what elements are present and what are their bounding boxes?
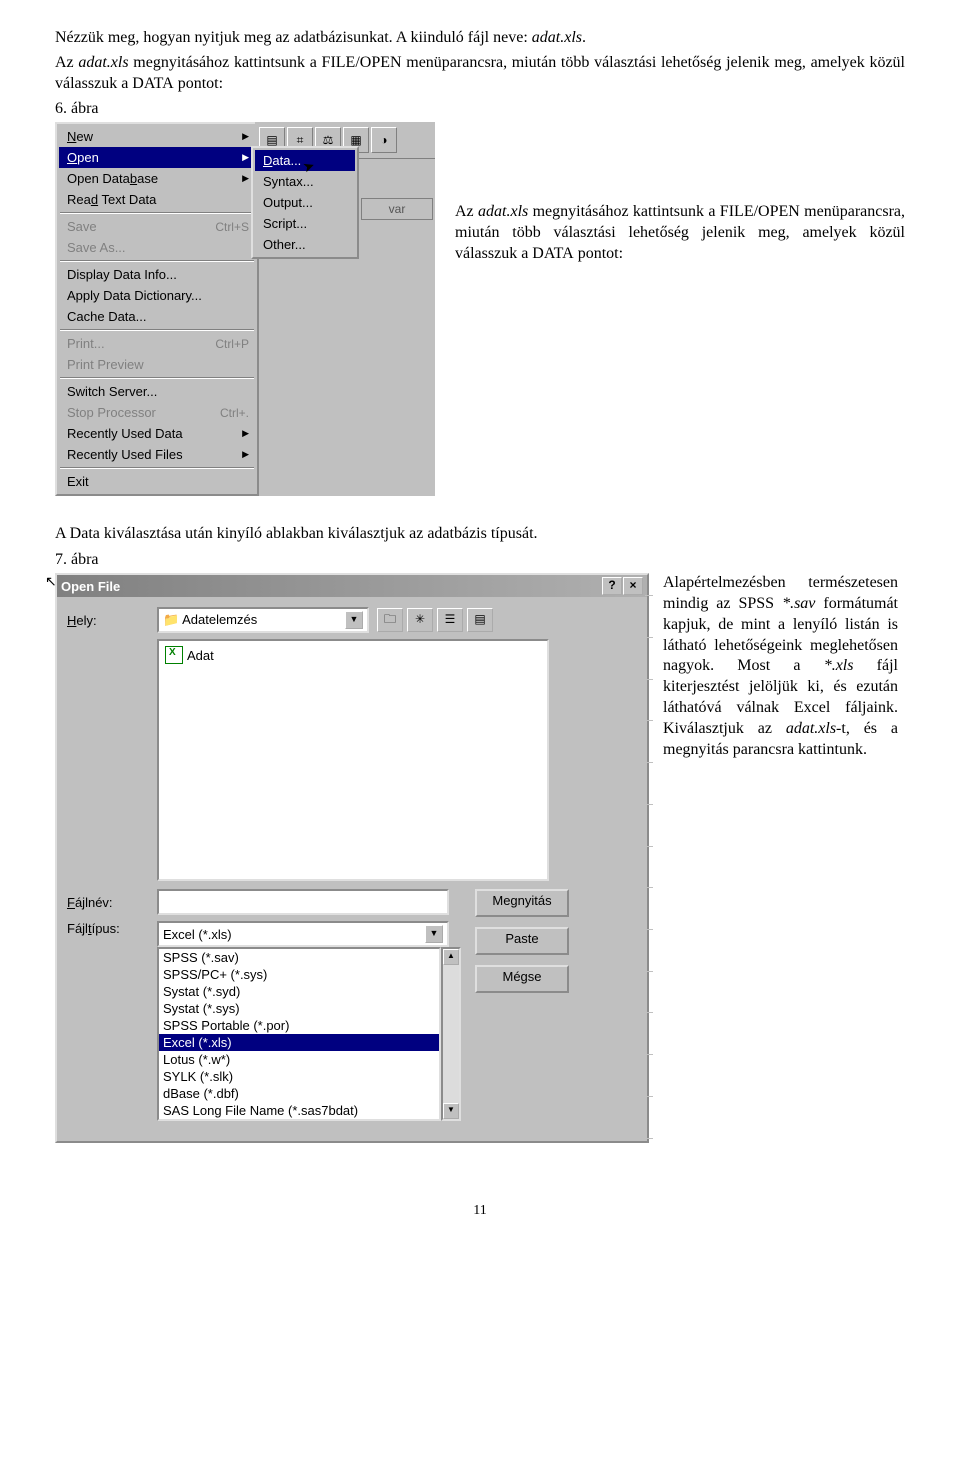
filetype-list[interactable]: SPSS (*.sav) SPSS/PC+ (*.sys) Systat (*.… bbox=[157, 947, 441, 1121]
up-folder-icon[interactable]: 🗀 bbox=[377, 608, 403, 632]
type-sylk[interactable]: SYLK (*.slk) bbox=[159, 1068, 439, 1085]
menu-open-database[interactable]: Open Database▶ bbox=[59, 168, 255, 189]
open-button[interactable]: Megnyitás bbox=[475, 889, 569, 917]
filetype-combo[interactable]: Excel (*.xls) ▼ bbox=[157, 921, 449, 947]
file-adat[interactable]: Adat bbox=[163, 645, 543, 665]
filename-input[interactable] bbox=[157, 889, 449, 915]
type-systat-sys[interactable]: Systat (*.sys) bbox=[159, 1000, 439, 1017]
paste-button[interactable]: Paste bbox=[475, 927, 569, 955]
type-sas[interactable]: SAS Long File Name (*.sas7bdat) bbox=[159, 1102, 439, 1119]
menu-save[interactable]: SaveCtrl+S bbox=[59, 216, 255, 237]
label-location: Hely: bbox=[67, 613, 157, 628]
help-button[interactable]: ? bbox=[602, 577, 622, 595]
menu-open[interactable]: Open▶ bbox=[59, 147, 255, 168]
dialog-titlebar: Open File ? × bbox=[57, 575, 647, 597]
list-scrollbar[interactable]: ▲ ▼ bbox=[441, 947, 461, 1121]
menu-print[interactable]: Print...Ctrl+P bbox=[59, 333, 255, 354]
menu-display-data-info[interactable]: Display Data Info... bbox=[59, 264, 255, 285]
menu-stop-processor[interactable]: Stop ProcessorCtrl+. bbox=[59, 402, 255, 423]
menu-cache-data[interactable]: Cache Data... bbox=[59, 306, 255, 327]
scroll-down-icon[interactable]: ▼ bbox=[443, 1103, 459, 1119]
type-lotus[interactable]: Lotus (*.w*) bbox=[159, 1051, 439, 1068]
toolbar-icon[interactable]: ◑ bbox=[371, 127, 397, 153]
figure-7: ↖ Open File ? × Hely: 📁 Adatelemzés ▼ 🗀 … bbox=[55, 573, 905, 1143]
menu-recently-used-data[interactable]: Recently Used Data▶ bbox=[59, 423, 255, 444]
dialog-title: Open File bbox=[61, 579, 120, 594]
type-dbase[interactable]: dBase (*.dbf) bbox=[159, 1085, 439, 1102]
menu-save-as[interactable]: Save As... bbox=[59, 237, 255, 258]
location-combo[interactable]: 📁 Adatelemzés ▼ bbox=[157, 607, 369, 633]
menu-apply-data-dictionary[interactable]: Apply Data Dictionary... bbox=[59, 285, 255, 306]
cancel-button[interactable]: Mégse bbox=[475, 965, 569, 993]
menu-switch-server[interactable]: Switch Server... bbox=[59, 381, 255, 402]
open-file-dialog: ↖ Open File ? × Hely: 📁 Adatelemzés ▼ 🗀 … bbox=[55, 573, 649, 1143]
details-view-icon[interactable]: ▤ bbox=[467, 608, 493, 632]
submenu-output[interactable]: Output... bbox=[255, 192, 355, 213]
chevron-down-icon[interactable]: ▼ bbox=[425, 925, 443, 943]
label-filename: Fájlnév: bbox=[67, 895, 157, 910]
file-list[interactable]: Adat bbox=[157, 639, 549, 881]
figure-6-side-text: Az adat.xls megnyitásához kattintsunk a … bbox=[455, 122, 905, 268]
figure-7-caption: 7. ábra bbox=[55, 551, 905, 569]
menu-exit[interactable]: Exit bbox=[59, 471, 255, 492]
intro-paragraph-1: Nézzük meg, hogyan nyitjuk meg az adatbá… bbox=[55, 28, 905, 49]
figure-6-caption: 6. ábra bbox=[55, 100, 905, 118]
list-view-icon[interactable]: ☰ bbox=[437, 608, 463, 632]
paragraph-3: A Data kiválasztása után kinyíló ablakba… bbox=[55, 524, 905, 545]
column-header-var: var bbox=[361, 198, 433, 220]
figure-7-side-text: Alapértelmezésben természetesen mindig a… bbox=[663, 573, 898, 764]
type-systat-syd[interactable]: Systat (*.syd) bbox=[159, 983, 439, 1000]
file-menu: New▶ Open▶ Open Database▶ Read Text Data… bbox=[55, 122, 259, 496]
type-spss-pc[interactable]: SPSS/PC+ (*.sys) bbox=[159, 966, 439, 983]
intro-paragraph-2: Az adat.xls megnyitásához kattintsunk a … bbox=[55, 53, 905, 95]
chevron-down-icon[interactable]: ▼ bbox=[345, 611, 363, 629]
page-number: 11 bbox=[55, 1203, 905, 1219]
submenu-other[interactable]: Other... bbox=[255, 234, 355, 255]
menu-new[interactable]: New▶ bbox=[59, 126, 255, 147]
menu-print-preview[interactable]: Print Preview bbox=[59, 354, 255, 375]
type-excel[interactable]: Excel (*.xls) bbox=[159, 1034, 439, 1051]
menu-read-text-data[interactable]: Read Text Data bbox=[59, 189, 255, 210]
spss-file-menu-screenshot: ▤ ⌗ ⚖ ▦ ◑ var New▶ Open▶ Open Database▶ … bbox=[55, 122, 435, 496]
submenu-script[interactable]: Script... bbox=[255, 213, 355, 234]
close-button[interactable]: × bbox=[623, 577, 643, 595]
excel-file-icon bbox=[165, 646, 183, 664]
type-spss-sav[interactable]: SPSS (*.sav) bbox=[159, 949, 439, 966]
label-filetype: Fájltípus: bbox=[67, 921, 157, 936]
menu-recently-used-files[interactable]: Recently Used Files▶ bbox=[59, 444, 255, 465]
cursor-icon: ↖ bbox=[45, 573, 57, 590]
type-spss-portable[interactable]: SPSS Portable (*.por) bbox=[159, 1017, 439, 1034]
figure-6: ▤ ⌗ ⚖ ▦ ◑ var New▶ Open▶ Open Database▶ … bbox=[55, 122, 905, 496]
new-folder-icon[interactable]: ✳ bbox=[407, 608, 433, 632]
scroll-up-icon[interactable]: ▲ bbox=[443, 949, 459, 965]
